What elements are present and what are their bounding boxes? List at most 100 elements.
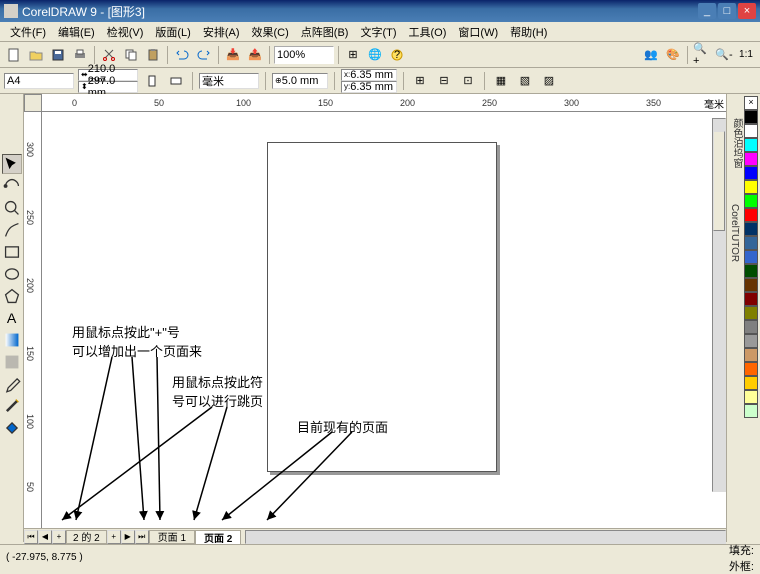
- outline-tool[interactable]: [2, 396, 22, 416]
- menu-item[interactable]: 文件(F): [4, 22, 52, 42]
- cut-button[interactable]: [99, 45, 119, 65]
- open-button[interactable]: [26, 45, 46, 65]
- color-swatch[interactable]: [744, 110, 758, 124]
- snap-grid-button[interactable]: ⊞: [410, 71, 430, 91]
- close-button[interactable]: ×: [738, 3, 756, 19]
- menu-item[interactable]: 安排(A): [197, 22, 246, 42]
- units-select[interactable]: 毫米: [199, 73, 259, 89]
- portrait-button[interactable]: [142, 71, 162, 91]
- no-color-swatch[interactable]: ×: [744, 96, 758, 110]
- page-tab[interactable]: 页面 2: [195, 530, 241, 544]
- interactive-fill-tool[interactable]: [2, 330, 22, 350]
- new-button[interactable]: [4, 45, 24, 65]
- graphics-button[interactable]: 🎨: [663, 45, 683, 65]
- color-swatch[interactable]: [744, 390, 758, 404]
- color-swatch[interactable]: [744, 362, 758, 376]
- text-tool[interactable]: A: [2, 308, 22, 328]
- ruler-horizontal[interactable]: 毫米 050100150200250300350: [42, 94, 726, 112]
- shape-tool[interactable]: [2, 176, 22, 196]
- copy-button[interactable]: [121, 45, 141, 65]
- export-button[interactable]: 📤: [245, 45, 265, 65]
- color-swatch[interactable]: [744, 376, 758, 390]
- interactive-transparency-tool[interactable]: [2, 352, 22, 372]
- paper-select[interactable]: A4: [4, 73, 74, 89]
- color-swatch[interactable]: [744, 348, 758, 362]
- color-swatch[interactable]: [744, 320, 758, 334]
- next-page-button[interactable]: ▶: [121, 530, 135, 544]
- menu-item[interactable]: 工具(O): [403, 22, 453, 42]
- color-swatch[interactable]: [744, 306, 758, 320]
- add-page-before-button[interactable]: +: [52, 530, 66, 544]
- whats-this-button[interactable]: ?: [387, 45, 407, 65]
- freehand-tool[interactable]: [2, 220, 22, 240]
- prev-page-button[interactable]: ◀: [38, 530, 52, 544]
- color-swatch[interactable]: [744, 292, 758, 306]
- undo-button[interactable]: [172, 45, 192, 65]
- rectangle-tool[interactable]: [2, 242, 22, 262]
- snap-object-button[interactable]: ⊡: [458, 71, 478, 91]
- docker-tutor-label[interactable]: CorelTUTOR: [729, 204, 740, 262]
- nudge-field[interactable]: ⊕5.0 mm: [272, 73, 328, 89]
- color-swatch[interactable]: [744, 138, 758, 152]
- color-swatch[interactable]: [744, 334, 758, 348]
- maximize-button[interactable]: □: [718, 3, 736, 19]
- save-button[interactable]: [48, 45, 68, 65]
- menu-item[interactable]: 点阵图(B): [295, 22, 355, 42]
- zoom-tool[interactable]: [2, 198, 22, 218]
- redo-button[interactable]: [194, 45, 214, 65]
- page-tab[interactable]: 页面 1: [149, 530, 195, 544]
- color-swatch[interactable]: [744, 166, 758, 180]
- import-button[interactable]: 📥: [223, 45, 243, 65]
- dup-y-field[interactable]: y:6.35 mm: [341, 81, 397, 93]
- fill-tool[interactable]: [2, 418, 22, 438]
- paste-button[interactable]: [143, 45, 163, 65]
- pick-tool[interactable]: [2, 154, 22, 174]
- first-page-button[interactable]: ⏮: [24, 530, 38, 544]
- menu-item[interactable]: 帮助(H): [504, 22, 553, 42]
- ruler-origin[interactable]: [24, 94, 42, 112]
- color-swatch[interactable]: [744, 236, 758, 250]
- app-launcher-button[interactable]: ⊞: [343, 45, 363, 65]
- color-swatch[interactable]: [744, 222, 758, 236]
- community-button[interactable]: 👥: [641, 45, 661, 65]
- menu-item[interactable]: 版面(L): [149, 22, 196, 42]
- ellipse-tool[interactable]: [2, 264, 22, 284]
- color-swatch[interactable]: [744, 194, 758, 208]
- minimize-button[interactable]: _: [698, 3, 716, 19]
- add-page-after-button[interactable]: +: [107, 530, 121, 544]
- color-swatch[interactable]: [744, 124, 758, 138]
- zoom-in-button[interactable]: 🔍+: [692, 45, 712, 65]
- menu-item[interactable]: 检视(V): [101, 22, 150, 42]
- zoom-out-button[interactable]: 🔍-: [714, 45, 734, 65]
- opt1-button[interactable]: ▦: [491, 71, 511, 91]
- menu-item[interactable]: 编辑(E): [52, 22, 101, 42]
- landscape-button[interactable]: [166, 71, 186, 91]
- page-height-field[interactable]: ⬍297.0 mm: [78, 81, 138, 93]
- eyedropper-tool[interactable]: [2, 374, 22, 394]
- horizontal-scrollbar[interactable]: [245, 530, 726, 544]
- print-button[interactable]: [70, 45, 90, 65]
- color-swatch[interactable]: [744, 208, 758, 222]
- color-swatch[interactable]: [744, 264, 758, 278]
- menu-item[interactable]: 窗口(W): [452, 22, 504, 42]
- docker-color-label[interactable]: 颜色泊坞窗: [729, 118, 744, 168]
- polygon-tool[interactable]: [2, 286, 22, 306]
- snap-guide-button[interactable]: ⊟: [434, 71, 454, 91]
- vertical-scrollbar[interactable]: [712, 118, 726, 492]
- color-swatch[interactable]: [744, 278, 758, 292]
- ruler-vertical[interactable]: 50100150200250300: [24, 112, 42, 542]
- dup-x-field[interactable]: x:6.35 mm: [341, 69, 397, 81]
- zoom-1to1-button[interactable]: 1:1: [736, 45, 756, 65]
- canvas-area[interactable]: 毫米 050100150200250300350 501001502002503…: [24, 94, 726, 542]
- opt2-button[interactable]: ▧: [515, 71, 535, 91]
- color-swatch[interactable]: [744, 404, 758, 418]
- color-swatch[interactable]: [744, 180, 758, 194]
- zoom-select[interactable]: 100%: [274, 46, 334, 64]
- opt3-button[interactable]: ▨: [539, 71, 559, 91]
- corel-online-button[interactable]: 🌐: [365, 45, 385, 65]
- menu-item[interactable]: 效果(C): [246, 22, 295, 42]
- color-swatch[interactable]: [744, 152, 758, 166]
- color-swatch[interactable]: [744, 250, 758, 264]
- menu-item[interactable]: 文字(T): [354, 22, 402, 42]
- last-page-button[interactable]: ⏭: [135, 530, 149, 544]
